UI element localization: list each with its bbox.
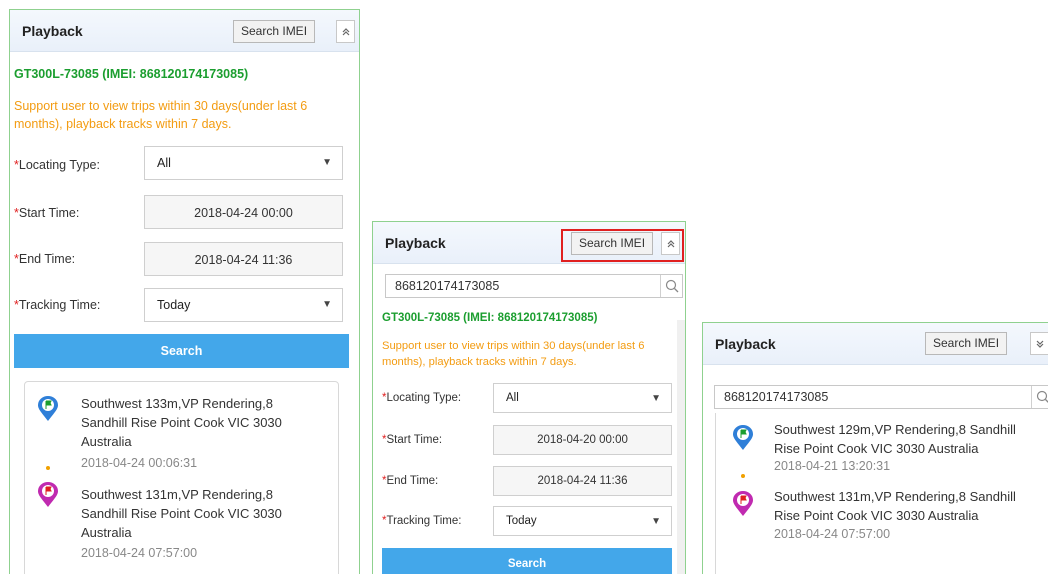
track-results-list: Southwest 129m,VP Rendering,8 Sandhill R… [715, 413, 1048, 574]
list-item[interactable]: Southwest 131m,VP Rendering,8 Sandhill R… [81, 485, 282, 542]
result-address-line: Rise Point Cook VIC 3030 Australia [774, 508, 979, 523]
device-info: GT300L-73085 (IMEI: 868120174173085) [382, 312, 598, 324]
dropdown-arrow-icon: ▼ [651, 393, 661, 404]
imei-search-input[interactable]: 868120174173085 [385, 274, 683, 298]
search-imei-button[interactable]: Search IMEI [233, 20, 316, 43]
list-item[interactable]: Southwest 133m,VP Rendering,8 Sandhill R… [81, 394, 282, 451]
playback-panel-imei-search: Playback Search IMEI 868120174173085 GT3… [372, 221, 686, 574]
tracking-time-select[interactable]: Today ▼ [144, 288, 343, 322]
end-time-input[interactable]: 2018-04-24 11:36 [493, 466, 672, 496]
start-flag-pin-icon [732, 425, 754, 451]
locating-type-value: All [157, 156, 171, 170]
end-flag-pin-icon [732, 491, 754, 517]
tracking-time-value: Today [157, 298, 191, 312]
start-time-input[interactable]: 2018-04-24 00:00 [144, 195, 343, 229]
result-timestamp: 2018-04-24 07:57:00 [81, 546, 198, 560]
locating-type-select[interactable]: All ▼ [493, 383, 672, 413]
locating-type-label: *Locating Type: [382, 392, 462, 404]
locating-type-label: *Locating Type: [14, 158, 100, 172]
result-address-line: Southwest 131m,VP Rendering,8 Sandhill [774, 489, 1016, 504]
panel-title: Playback [385, 235, 446, 251]
start-flag-pin-icon [37, 396, 59, 422]
panel-title: Playback [715, 336, 776, 352]
playback-notice: Support user to view trips within 30 day… [382, 340, 645, 368]
tracking-time-label: *Tracking Time: [14, 298, 101, 312]
imei-search-input[interactable]: 868120174173085 [714, 385, 1048, 409]
end-time-label: *End Time: [14, 252, 76, 266]
panel-title: Playback [22, 23, 83, 39]
end-time-label: *End Time: [382, 475, 439, 487]
search-icon[interactable] [660, 275, 682, 297]
list-item[interactable]: Southwest 129m,VP Rendering,8 Sandhill R… [774, 420, 1016, 458]
highlight-box [561, 229, 684, 262]
dropdown-arrow-icon: ▼ [651, 516, 661, 527]
route-dot [46, 466, 50, 470]
tracking-time-select[interactable]: Today ▼ [493, 506, 672, 536]
dropdown-arrow-icon: ▼ [322, 299, 332, 310]
route-dot [741, 474, 745, 478]
device-info: GT300L-73085 (IMEI: 868120174173085) [14, 67, 249, 81]
result-timestamp: 2018-04-24 07:57:00 [774, 527, 891, 541]
locating-type-select[interactable]: All ▼ [144, 146, 343, 180]
expand-button[interactable] [1030, 332, 1048, 355]
start-time-input[interactable]: 2018-04-20 00:00 [493, 425, 672, 455]
result-timestamp: 2018-04-21 13:20:31 [774, 459, 891, 473]
result-address-line: Sandhill Rise Point Cook VIC 3030 [81, 415, 282, 430]
search-button[interactable]: Search [14, 334, 349, 368]
result-address-line: Southwest 129m,VP Rendering,8 Sandhill [774, 422, 1016, 437]
playback-notice: Support user to view trips within 30 day… [14, 99, 308, 131]
result-address-line: Southwest 131m,VP Rendering,8 [81, 487, 273, 502]
track-results-list: Southwest 133m,VP Rendering,8 Sandhill R… [24, 381, 339, 574]
start-time-label: *Start Time: [382, 434, 443, 446]
start-time-label: *Start Time: [14, 206, 80, 220]
search-button[interactable]: Search [382, 548, 672, 574]
panel-header: Playback Search IMEI [703, 323, 1048, 365]
result-address-line: Australia [81, 525, 132, 540]
end-time-input[interactable]: 2018-04-24 11:36 [144, 242, 343, 276]
collapse-button[interactable] [336, 20, 355, 43]
double-chevron-up-icon [342, 28, 349, 36]
dropdown-arrow-icon: ▼ [322, 157, 332, 168]
search-icon[interactable] [1031, 386, 1048, 408]
result-timestamp: 2018-04-24 00:06:31 [81, 456, 198, 470]
list-item[interactable]: Southwest 131m,VP Rendering,8 Sandhill R… [774, 487, 1016, 525]
scrollbar[interactable] [677, 320, 685, 574]
result-address-line: Rise Point Cook VIC 3030 Australia [774, 441, 979, 456]
panel-header: Playback Search IMEI [10, 10, 359, 52]
result-address-line: Sandhill Rise Point Cook VIC 3030 [81, 506, 282, 521]
double-chevron-down-icon [1036, 340, 1043, 348]
end-flag-pin-icon [37, 482, 59, 508]
playback-panel-full: Playback Search IMEI GT300L-73085 (IMEI:… [9, 9, 360, 574]
playback-panel-results: Playback Search IMEI 868120174173085 Sou… [702, 322, 1048, 574]
result-address-line: Southwest 133m,VP Rendering,8 [81, 396, 273, 411]
tracking-time-label: *Tracking Time: [382, 515, 462, 527]
result-address-line: Australia [81, 434, 132, 449]
search-imei-button[interactable]: Search IMEI [925, 332, 1008, 355]
